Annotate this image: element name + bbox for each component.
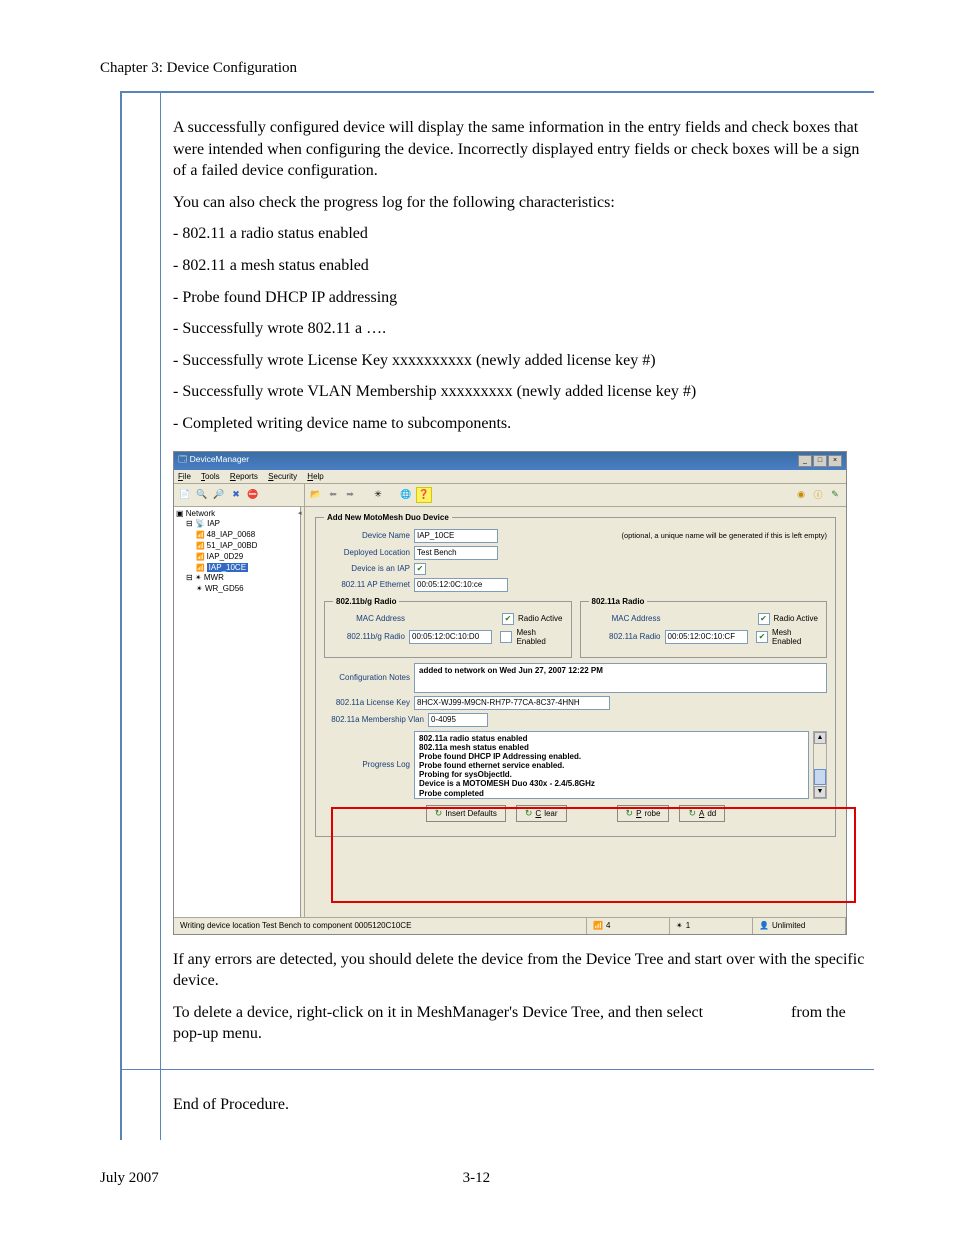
- tree-item[interactable]: ✴ WR_GD56: [196, 584, 302, 595]
- refresh-icon[interactable]: 🔍: [195, 488, 209, 502]
- mac-label: MAC Address: [589, 614, 661, 623]
- delete-icon[interactable]: ⛔: [246, 488, 260, 502]
- minimize-button[interactable]: _: [798, 455, 812, 467]
- statusbar: Writing device location Test Bench to co…: [174, 917, 846, 934]
- status-count-1: 📶 4: [587, 918, 670, 934]
- location-input[interactable]: Test Bench: [414, 546, 498, 560]
- back-icon[interactable]: ⬅: [326, 488, 340, 502]
- open-icon[interactable]: 📂: [309, 488, 323, 502]
- menu-security[interactable]: Security: [268, 472, 297, 481]
- forward-icon[interactable]: ➡: [343, 488, 357, 502]
- list-item: - Successfully wrote License Key xxxxxxx…: [173, 350, 874, 372]
- menu-help[interactable]: Help: [307, 472, 323, 481]
- a-radio-active-checkbox[interactable]: ✔: [758, 613, 770, 625]
- probe-button[interactable]: Probe: [617, 805, 670, 822]
- paragraph: If any errors are detected, you should d…: [173, 949, 874, 992]
- help-icon[interactable]: ❓: [416, 487, 432, 503]
- tree-toolbar: 📄 🔍 🔎 ✖ ⛔: [174, 484, 305, 506]
- paragraph: You can also check the progress log for …: [173, 192, 874, 214]
- titlebar[interactable]: 🗔 DeviceManager _□×: [174, 452, 846, 470]
- vlan-input[interactable]: 0-4095: [428, 713, 488, 727]
- notes-label: Configuration Notes: [324, 663, 410, 682]
- find-icon[interactable]: 🔎: [212, 488, 226, 502]
- status-license: 👤 Unlimited: [753, 918, 846, 934]
- wand-icon[interactable]: ✎: [828, 488, 842, 502]
- tree-item[interactable]: 51_IAP_00BD: [196, 541, 302, 552]
- license-input[interactable]: 8HCX-WJ99-M9CN-RH7P-77CA-8C37-4HNH: [414, 696, 610, 710]
- chapter-header: Chapter 3: Device Configuration: [100, 60, 854, 77]
- bg-radio-label: 802.11b/g Radio: [333, 632, 405, 641]
- window-title: DeviceManager: [190, 454, 250, 464]
- list-item: - Successfully wrote 802.11 a ….: [173, 318, 874, 340]
- vlan-label: 802.11a Membership Vlan: [324, 715, 424, 724]
- radio-active-label: Radio Active: [774, 614, 818, 623]
- network-icon[interactable]: ✳: [371, 488, 385, 502]
- target-icon[interactable]: ◉: [794, 488, 808, 502]
- a-radio-input[interactable]: 00:05:12:0C:10:CF: [665, 630, 748, 644]
- bg-radio-active-checkbox[interactable]: ✔: [502, 613, 514, 625]
- radio-active-label: Radio Active: [518, 614, 562, 623]
- log-scrollbar[interactable]: ▲ ▼: [813, 731, 827, 799]
- list-item: - Successfully wrote VLAN Membership xxx…: [173, 381, 874, 403]
- footer-date: July 2007: [100, 1170, 159, 1187]
- ap-ethernet-label: 802.11 AP Ethernet: [324, 580, 410, 589]
- list-item: - 802.11 a mesh status enabled: [173, 255, 874, 277]
- tree-item-selected[interactable]: IAP_10CE: [196, 563, 302, 574]
- splitter[interactable]: [300, 507, 304, 917]
- location-label: Deployed Location: [324, 548, 410, 557]
- device-name-hint: (optional, a unique name will be generat…: [621, 531, 827, 540]
- device-name-input[interactable]: IAP_10CE: [414, 529, 498, 543]
- new-icon[interactable]: 📄: [178, 488, 192, 502]
- clear-button[interactable]: Clear: [516, 805, 567, 822]
- list-item: - Completed writing device name to subco…: [173, 413, 874, 435]
- form-legend: Add New MotoMesh Duo Device: [324, 513, 452, 522]
- a-radio-label: 802.11a Radio: [589, 632, 661, 641]
- print-icon[interactable]: 🌐: [399, 488, 413, 502]
- bg-radio-input[interactable]: 00:05:12:0C:10:D0: [409, 630, 492, 644]
- is-iap-label: Device is an IAP: [324, 564, 410, 573]
- scroll-down-icon[interactable]: ▼: [814, 786, 826, 798]
- a-mesh-checkbox[interactable]: ✔: [756, 631, 768, 643]
- bg-radio-legend: 802.11b/g Radio: [333, 597, 399, 606]
- paragraph: To delete a device, right-click on it in…: [173, 1002, 874, 1045]
- ap-ethernet-input[interactable]: 00:05:12:0C:10:ce: [414, 578, 508, 592]
- progress-log-label: Progress Log: [324, 760, 410, 769]
- window-controls[interactable]: _□×: [797, 454, 842, 467]
- bg-mesh-checkbox[interactable]: [500, 631, 512, 643]
- add-button[interactable]: Add: [679, 805, 725, 822]
- info-icon[interactable]: ⓘ: [811, 488, 825, 502]
- a-radio-legend: 802.11a Radio: [589, 597, 648, 606]
- device-manager-window: 🗔 DeviceManager _□× File Tools Reports S…: [173, 451, 847, 935]
- mac-label: MAC Address: [333, 614, 405, 623]
- paragraph: A successfully configured device will di…: [173, 117, 874, 182]
- form-panel: Add New MotoMesh Duo Device Device Name …: [305, 507, 846, 917]
- maximize-button[interactable]: □: [813, 455, 827, 467]
- progress-log[interactable]: 802.11a radio status enabled 802.11a mes…: [414, 731, 809, 799]
- device-name-label: Device Name: [324, 531, 410, 540]
- close-button[interactable]: ×: [828, 455, 842, 467]
- menu-file[interactable]: File: [178, 472, 191, 481]
- license-label: 802.11a License Key: [324, 698, 410, 707]
- tools-icon[interactable]: ✖: [229, 488, 243, 502]
- list-item: - 802.11 a radio status enabled: [173, 223, 874, 245]
- status-count-2: ✴ 1: [670, 918, 753, 934]
- scroll-up-icon[interactable]: ▲: [814, 732, 826, 744]
- list-item: - Probe found DHCP IP addressing: [173, 287, 874, 309]
- tree-item[interactable]: 48_IAP_0068: [196, 530, 302, 541]
- device-tree[interactable]: Network 📡 IAP 48_IAP_0068 51_IAP_00BD IA…: [174, 507, 305, 917]
- notes-input[interactable]: added to network on Wed Jun 27, 2007 12:…: [414, 663, 827, 693]
- is-iap-checkbox[interactable]: ✔: [414, 563, 426, 575]
- menubar[interactable]: File Tools Reports Security Help: [174, 470, 846, 484]
- status-message: Writing device location Test Bench to co…: [174, 918, 587, 934]
- tree-item[interactable]: IAP_0D29: [196, 552, 302, 563]
- scroll-thumb[interactable]: [814, 769, 826, 785]
- end-of-procedure: End of Procedure.: [173, 1094, 874, 1116]
- mesh-enabled-label: Mesh Enabled: [772, 628, 818, 646]
- menu-tools[interactable]: Tools: [201, 472, 220, 481]
- menu-reports[interactable]: Reports: [230, 472, 258, 481]
- main-toolbar: 📂 ⬅ ➡ ✳ 🌐 ❓ ◉ ⓘ: [305, 484, 846, 506]
- page-number: 3-12: [159, 1170, 794, 1187]
- mesh-enabled-label: Mesh Enabled: [516, 628, 562, 646]
- insert-defaults-button[interactable]: Insert Defaults: [426, 805, 506, 822]
